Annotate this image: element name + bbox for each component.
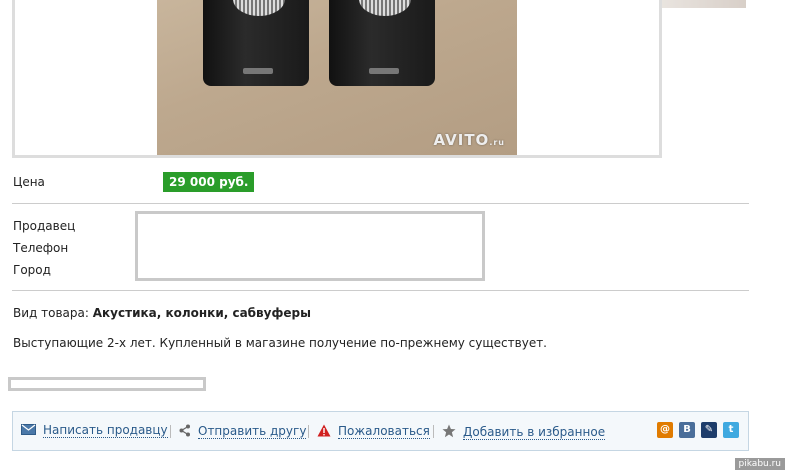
divider (12, 203, 749, 204)
price-badge: 29 000 руб. (163, 172, 255, 192)
speaker-left (203, 0, 309, 86)
redacted-bar (8, 377, 206, 391)
category-label: Вид товара: (13, 306, 89, 320)
source-watermark: pikabu.ru (734, 458, 785, 470)
mail-ru-share-icon[interactable]: @ (657, 422, 673, 438)
action-label: Написать продавцу (43, 423, 168, 438)
city-label: Город (13, 263, 51, 277)
twitter-share-icon[interactable]: t (723, 422, 739, 438)
divider (12, 290, 749, 291)
action-bar: Написать продавцу Отправить другу Пожало… (12, 411, 749, 451)
speaker-right (329, 0, 435, 86)
add-favorite-link[interactable]: Добавить в избранное (442, 424, 606, 441)
separator (433, 425, 434, 438)
seller-info-box (135, 211, 485, 281)
description-text: Выступающие 2-х лет. Купленный в магазин… (13, 336, 547, 350)
phone-label: Телефон (13, 241, 69, 255)
product-photo[interactable]: AVITO.ru (157, 0, 517, 155)
action-label: Отправить другу (198, 424, 307, 439)
action-label: Пожаловаться (338, 424, 430, 439)
livejournal-share-icon[interactable]: ✎ (701, 422, 717, 438)
separator (308, 425, 309, 438)
warning-icon (317, 424, 331, 440)
star-icon (442, 424, 456, 441)
complain-link[interactable]: Пожаловаться (317, 424, 430, 440)
mail-icon (21, 424, 36, 438)
vk-share-icon[interactable]: B (679, 422, 695, 438)
send-friend-link[interactable]: Отправить другу (179, 424, 307, 440)
write-seller-link[interactable]: Написать продавцу (21, 424, 168, 438)
action-label: Добавить в избранное (463, 424, 606, 440)
share-icon (179, 424, 191, 440)
price-label: Цена (13, 175, 45, 189)
avito-watermark: AVITO.ru (433, 131, 505, 149)
category-line: Вид товара: Акустика, колонки, сабвуферы (13, 306, 311, 320)
category-value: Акустика, колонки, сабвуферы (92, 306, 311, 320)
photo-thumbnail[interactable] (662, 0, 746, 8)
seller-label: Продавец (13, 219, 76, 233)
separator (170, 425, 171, 438)
